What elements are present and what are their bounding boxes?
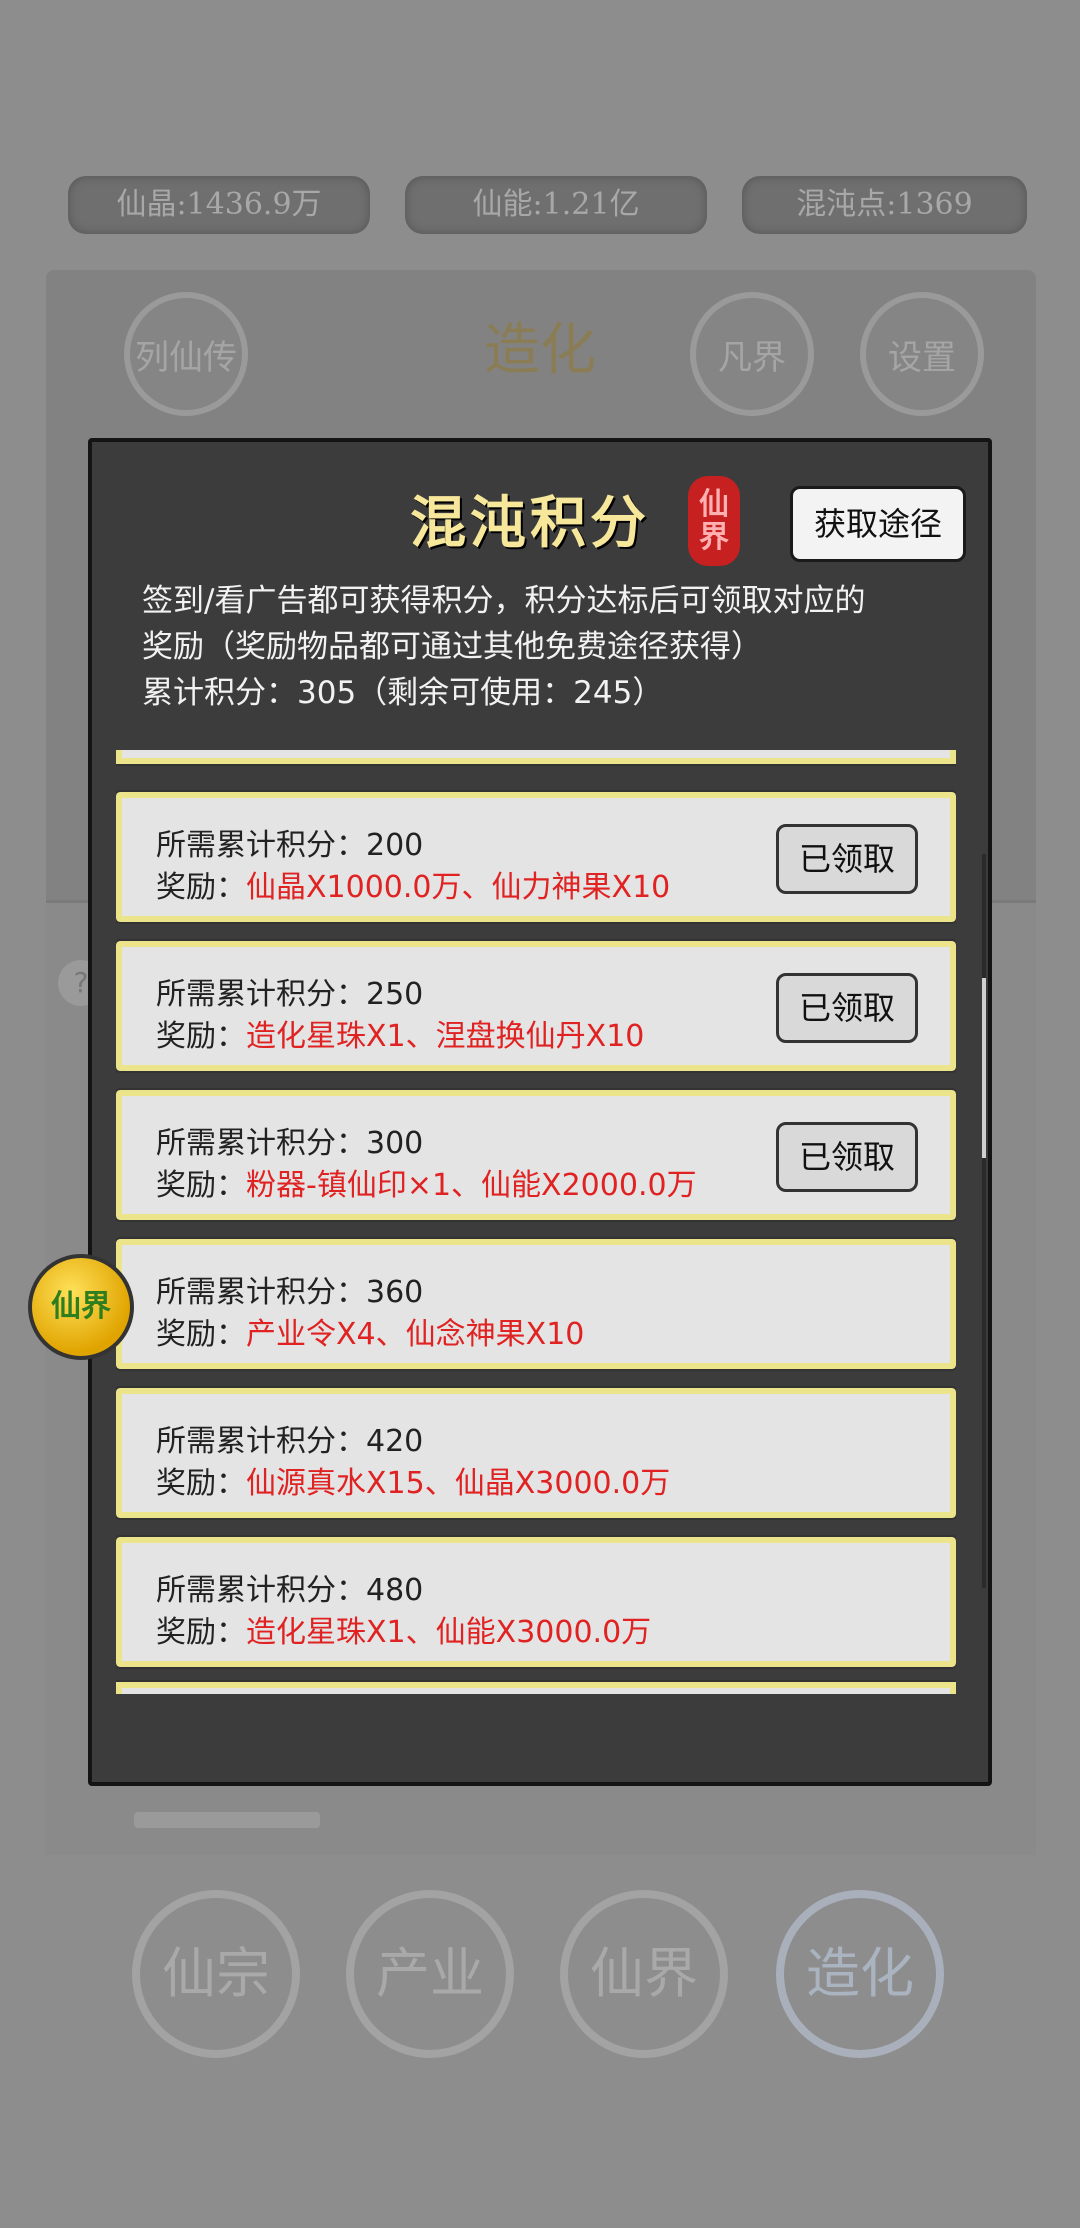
fan-jie-button[interactable]: 凡界 [690,292,814,416]
required-points: 300 [366,1126,424,1161]
reward-card-partial [116,750,956,766]
required-label: 所需累计积分： [156,1424,366,1459]
reward-card: 所需累计积分：420 奖励：仙源真水X15、仙晶X3000.0万 [116,1386,956,1520]
background-title: 造化 [484,318,596,383]
reward-label: 奖励： [156,1168,246,1203]
required-label: 所需累计积分： [156,1126,366,1161]
reward-card: 所需累计积分：250 奖励：造化星珠X1、涅盘换仙丹X10 已领取 [116,939,956,1073]
xianjie-float-badge[interactable]: 仙界 [28,1254,134,1360]
resource-hundundian: 混沌点:1369 [742,176,1027,234]
required-label: 所需累计积分： [156,1573,366,1608]
required-points: 250 [366,977,424,1012]
scrollbar-track[interactable] [982,854,986,1588]
reward-label: 奖励： [156,1466,246,1501]
reward-items: 造化星珠X1、仙能X3000.0万 [246,1615,652,1650]
reward-items: 造化星珠X1、涅盘换仙丹X10 [246,1019,645,1054]
claimed-button[interactable]: 已领取 [776,973,918,1043]
seal-stamp: 仙界 [688,476,740,566]
required-points: 420 [366,1424,424,1459]
required-points: 200 [366,828,424,863]
required-points: 480 [366,1573,424,1608]
reward-card: 所需累计积分：200 奖励：仙晶X1000.0万、仙力神果X10 已领取 [116,790,956,924]
required-label: 所需累计积分： [156,977,366,1012]
reward-items: 产业令X4、仙念神果X10 [246,1317,585,1352]
required-points: 360 [366,1275,424,1310]
reward-card: 所需累计积分：360 奖励：产业令X4、仙念神果X10 [116,1237,956,1371]
scrollbar-thumb[interactable] [982,978,986,1158]
reward-card-partial [116,1680,956,1694]
nav-xianjie-button[interactable]: 仙界 [560,1890,728,2058]
reward-card: 所需累计积分：480 奖励：造化星珠X1、仙能X3000.0万 [116,1535,956,1669]
nav-xianzong-button[interactable]: 仙宗 [132,1890,300,2058]
reward-list[interactable]: 所需累计积分：200 奖励：仙晶X1000.0万、仙力神果X10 已领取 所需累… [116,750,956,1694]
reward-label: 奖励： [156,1317,246,1352]
reward-label: 奖励： [156,1019,246,1054]
settings-button[interactable]: 设置 [860,292,984,416]
nav-zaohua-button[interactable]: 造化 [776,1890,944,2058]
reward-items: 仙源真水X15、仙晶X3000.0万 [246,1466,671,1501]
reward-label: 奖励： [156,1615,246,1650]
required-label: 所需累计积分： [156,828,366,863]
reward-items: 仙晶X1000.0万、仙力神果X10 [246,870,671,905]
reward-label: 奖励： [156,870,246,905]
claimed-button[interactable]: 已领取 [776,1122,918,1192]
total-points-line: 累计积分：305（剩余可使用：245） [142,675,664,711]
modal-description: 签到/看广告都可获得积分，积分达标后可领取对应的 奖励（奖励物品都可通过其他免费… [142,578,962,716]
modal-header: 混沌积分 仙界 获取途径 [92,442,988,567]
reward-items: 粉器-镇仙印×1、仙能X2000.0万 [246,1168,697,1203]
background-tab-indicator [134,1812,320,1828]
description-line: 奖励（奖励物品都可通过其他免费途径获得） [142,629,762,665]
obtain-methods-button[interactable]: 获取途径 [790,486,966,562]
description-line: 签到/看广告都可获得积分，积分达标后可领取对应的 [142,583,866,619]
chaos-points-modal: 混沌积分 仙界 获取途径 签到/看广告都可获得积分，积分达标后可领取对应的 奖励… [88,438,992,1786]
required-label: 所需累计积分： [156,1275,366,1310]
claimed-button[interactable]: 已领取 [776,824,918,894]
resource-xianjing: 仙晶:1436.9万 [68,176,370,234]
resource-xianneng: 仙能:1.21亿 [405,176,707,234]
nav-chanye-button[interactable]: 产业 [346,1890,514,2058]
reward-card: 所需累计积分：300 奖励：粉器-镇仙印×1、仙能X2000.0万 已领取 [116,1088,956,1222]
lie-xian-zhuan-button[interactable]: 列仙传 [124,292,248,416]
